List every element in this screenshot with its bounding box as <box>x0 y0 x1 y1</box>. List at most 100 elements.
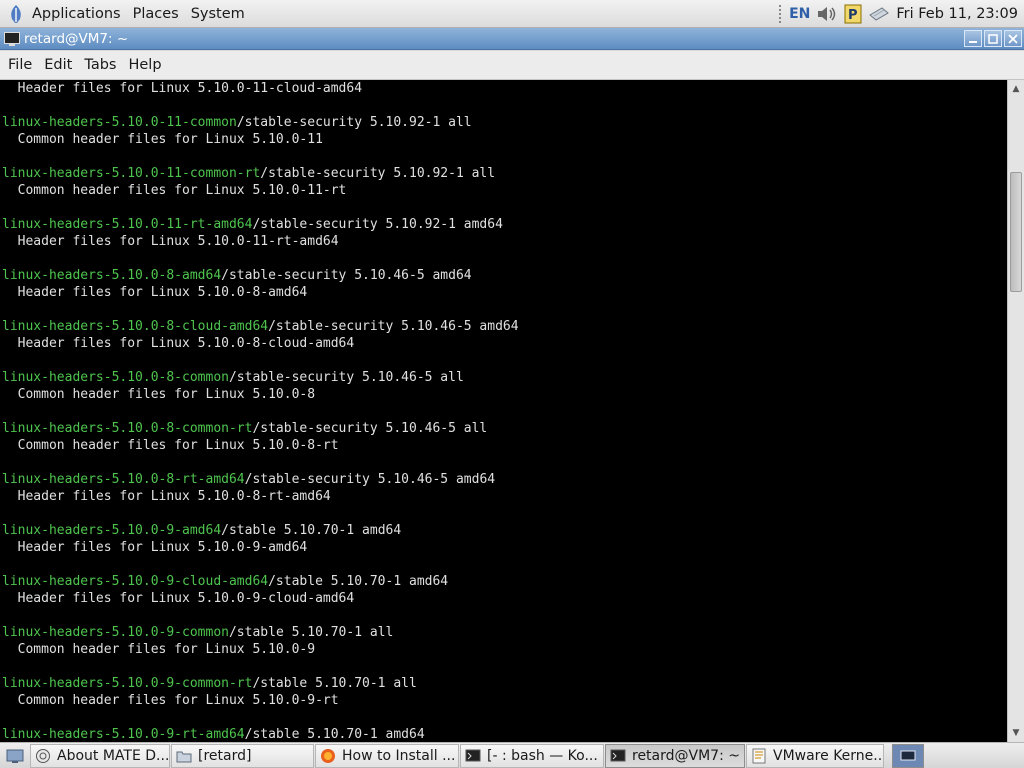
package-name: linux-headers-5.10.0-8-common-rt <box>2 421 253 436</box>
mate-about-icon <box>36 748 50 763</box>
taskbar-button-label: retard@VM7: ~ <box>632 747 740 764</box>
terminal-line: Common header files for Linux 5.10.0-11 <box>2 131 1007 148</box>
line-text: /stable-security 5.10.92-1 all <box>260 166 496 181</box>
maximize-icon <box>988 33 998 44</box>
terminal-output[interactable]: Header files for Linux 5.10.0-11-cloud-a… <box>0 80 1007 742</box>
terminal-icon <box>610 749 626 761</box>
line-text: /stable 5.10.70-1 amd64 <box>221 523 402 538</box>
scroll-down-arrow-icon[interactable]: ▼ <box>1008 725 1024 741</box>
terminal-line: linux-headers-5.10.0-11-rt-amd64/stable-… <box>2 216 1007 233</box>
grip-icon <box>779 5 783 23</box>
package-name: linux-headers-5.10.0-11-common-rt <box>2 166 261 181</box>
package-name: linux-headers-5.10.0-11-rt-amd64 <box>2 217 253 232</box>
package-name: linux-headers-5.10.0-9-cloud-amd64 <box>2 574 269 589</box>
package-name: linux-headers-5.10.0-9-amd64 <box>2 523 222 538</box>
line-text: /stable 5.10.70-1 all <box>252 676 417 691</box>
line-text: Common header files for Linux 5.10.0-9 <box>2 642 316 657</box>
places-menu[interactable]: Places <box>127 6 185 22</box>
window-titlebar[interactable]: retard@VM7: ~ <box>0 28 1024 50</box>
clock[interactable]: Fri Feb 11, 23:09 <box>896 6 1018 22</box>
package-name: linux-headers-5.10.0-9-rt-amd64 <box>2 727 245 742</box>
terminal-icon[interactable] <box>4 31 20 46</box>
tabs-menu[interactable]: Tabs <box>78 57 122 73</box>
terminal-line: linux-headers-5.10.0-8-rt-amd64/stable-s… <box>2 471 1007 488</box>
applications-menu[interactable]: Applications <box>26 6 127 22</box>
terminal-menubar: File Edit Tabs Help <box>0 51 1024 80</box>
workspace-switcher[interactable] <box>892 744 924 768</box>
line-text: /stable-security 5.10.46-5 amd64 <box>268 319 519 334</box>
terminal-line: linux-headers-5.10.0-11-common/stable-se… <box>2 114 1007 131</box>
terminal-lines: Header files for Linux 5.10.0-11-cloud-a… <box>2 80 1007 742</box>
keyboard-layout-indicator[interactable]: EN <box>789 6 810 22</box>
line-text: Header files for Linux 5.10.0-9-cloud-am… <box>2 591 355 606</box>
taskbar-button-label: About MATE D... <box>57 747 170 764</box>
scroll-up-arrow-icon[interactable]: ▲ <box>1008 81 1024 97</box>
minimize-icon <box>969 40 977 43</box>
mate-logo-icon[interactable] <box>6 3 26 25</box>
line-text: Header files for Linux 5.10.0-11-cloud-a… <box>2 81 363 96</box>
terminal-icon <box>465 749 481 761</box>
line-text: /stable 5.10.70-1 all <box>228 625 394 640</box>
file-menu[interactable]: File <box>0 57 38 73</box>
terminal-line: Header files for Linux 5.10.0-8-amd64 <box>2 284 1007 301</box>
terminal-line: linux-headers-5.10.0-9-common-rt/stable … <box>2 675 1007 692</box>
line-text: /stable-security 5.10.46-5 amd64 <box>244 472 496 487</box>
line-text: Common header files for Linux 5.10.0-11-… <box>2 183 347 198</box>
top-panel: Applications Places System EN P Fri Feb … <box>0 0 1024 28</box>
line-text: Header files for Linux 5.10.0-9-amd64 <box>2 540 308 555</box>
package-name: linux-headers-5.10.0-11-common <box>2 115 237 130</box>
terminal-line: linux-headers-5.10.0-8-amd64/stable-secu… <box>2 267 1007 284</box>
terminal-line: Header files for Linux 5.10.0-8-cloud-am… <box>2 335 1007 352</box>
maximize-button[interactable] <box>984 30 1002 47</box>
terminal-line: Common header files for Linux 5.10.0-9 <box>2 641 1007 658</box>
terminal-line: Common header files for Linux 5.10.0-8 <box>2 386 1007 403</box>
text-editor-icon <box>752 748 766 763</box>
terminal-line: linux-headers-5.10.0-11-common-rt/stable… <box>2 165 1007 182</box>
parcellite-icon[interactable]: P <box>844 4 862 24</box>
package-name: linux-headers-5.10.0-8-common <box>2 370 229 385</box>
firefox-icon <box>321 748 335 763</box>
terminal-line: Header files for Linux 5.10.0-11-rt-amd6… <box>2 233 1007 250</box>
volume-icon[interactable] <box>816 5 838 23</box>
taskbar-button[interactable]: VMware Kerne... <box>746 743 884 768</box>
taskbar-button-label: [retard] <box>198 747 252 764</box>
taskbar-button[interactable]: retard@VM7: ~ <box>605 743 745 768</box>
taskbar-button[interactable]: [retard] <box>171 743 314 768</box>
terminal-line: Header files for Linux 5.10.0-8-rt-amd64 <box>2 488 1007 505</box>
taskbar-button[interactable]: [- : bash — Ko... <box>460 743 604 768</box>
terminal-line: linux-headers-5.10.0-9-rt-amd64/stable 5… <box>2 726 1007 742</box>
close-button[interactable] <box>1004 30 1022 47</box>
terminal-line: linux-headers-5.10.0-8-cloud-amd64/stabl… <box>2 318 1007 335</box>
terminal-line: Common header files for Linux 5.10.0-9-r… <box>2 692 1007 709</box>
terminal-line: Header files for Linux 5.10.0-9-cloud-am… <box>2 590 1007 607</box>
edit-menu[interactable]: Edit <box>38 57 78 73</box>
terminal-line: linux-headers-5.10.0-8-common/stable-sec… <box>2 369 1007 386</box>
minimize-button[interactable] <box>964 30 982 47</box>
taskbar-button[interactable]: About MATE D... <box>30 743 170 768</box>
line-text: Common header files for Linux 5.10.0-8-r… <box>2 438 339 453</box>
package-name: linux-headers-5.10.0-9-common <box>2 625 229 640</box>
network-icon[interactable] <box>868 5 890 23</box>
help-menu[interactable]: Help <box>122 57 167 73</box>
taskbar-button-label: How to Install ... <box>342 747 456 764</box>
taskbar-button[interactable]: How to Install ... <box>315 743 459 768</box>
scrollbar-thumb[interactable] <box>1010 172 1022 292</box>
folder-icon <box>176 751 192 762</box>
terminal-line: linux-headers-5.10.0-9-cloud-amd64/stabl… <box>2 573 1007 590</box>
system-menu[interactable]: System <box>185 6 251 22</box>
terminal-scrollbar[interactable]: ▲ ▼ <box>1007 80 1024 742</box>
package-name: linux-headers-5.10.0-8-cloud-amd64 <box>2 319 269 334</box>
line-text: /stable-security 5.10.92-1 all <box>236 115 472 130</box>
show-desktop-button[interactable] <box>0 744 30 768</box>
